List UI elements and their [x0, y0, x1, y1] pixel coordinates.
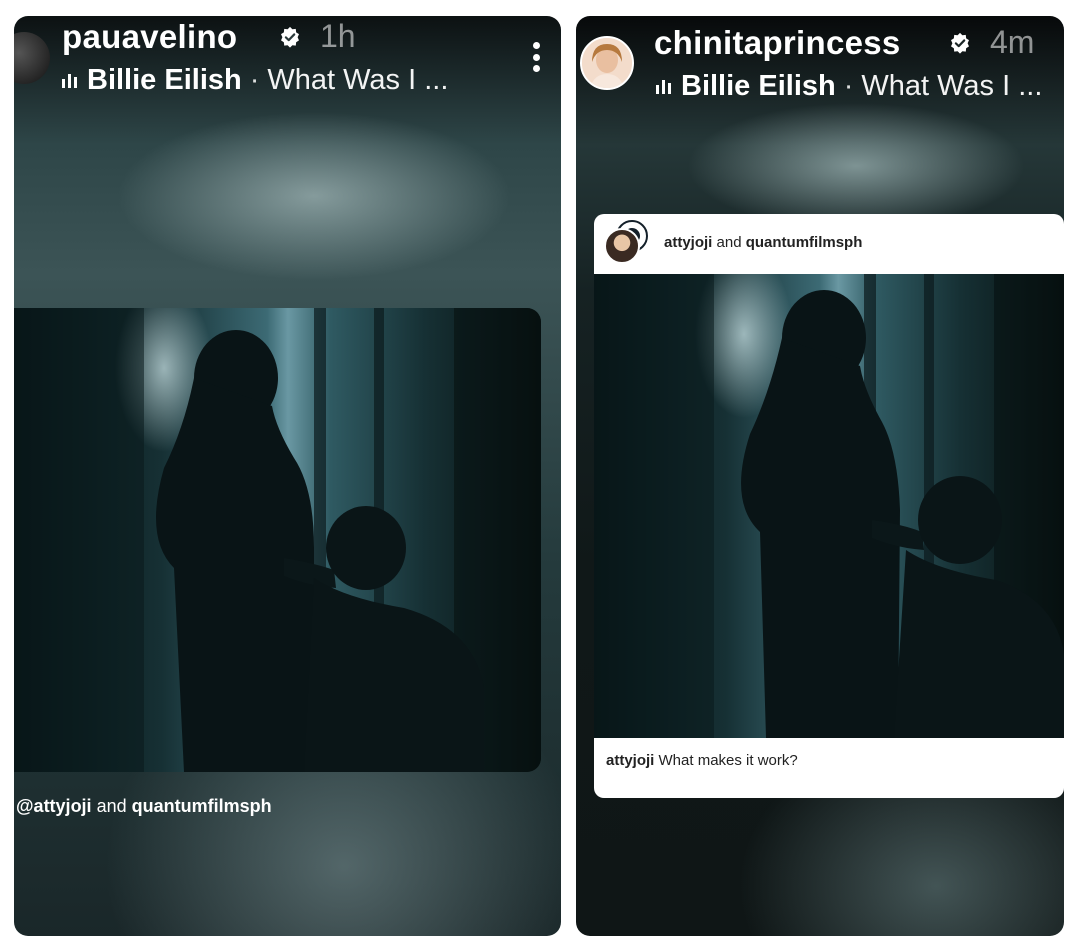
shared-post-header[interactable]: attyjoji and quantumfilmsph — [594, 214, 1064, 274]
music-sticker[interactable]: Billie Eilish · What Was I ... — [62, 64, 448, 97]
collab-user-2[interactable]: quantumfilmsph — [746, 234, 863, 251]
post-photo-silhouette — [594, 274, 1064, 738]
music-artist: Billie Eilish — [681, 70, 836, 102]
music-sticker[interactable]: Billie Eilish · What Was I ... — [656, 70, 1042, 103]
collab-names[interactable]: attyjoji and quantumfilmsph — [664, 234, 862, 251]
story-username[interactable]: chinitaprincess — [654, 24, 901, 62]
music-song-title: What Was I ... — [267, 64, 449, 96]
verified-badge-icon — [281, 26, 299, 48]
music-artist: Billie Eilish — [87, 64, 242, 96]
caption-username[interactable]: attyjoji — [606, 752, 654, 769]
story-timestamp: 4m — [990, 24, 1035, 60]
shared-post-footer[interactable]: attyjoji What makes it work? — [594, 738, 1064, 798]
music-song-title: What Was I ... — [861, 70, 1043, 102]
verified-badge-icon — [951, 32, 969, 54]
mention-user-2[interactable]: quantumfilmsph — [132, 796, 272, 816]
collab-joiner: and — [716, 234, 742, 251]
music-bars-icon — [656, 79, 671, 94]
music-bars-icon — [62, 73, 77, 88]
avatar[interactable] — [580, 36, 634, 90]
story-username[interactable]: pauavelino — [62, 18, 237, 56]
shared-post-image[interactable] — [594, 274, 1064, 738]
post-photo-silhouette — [14, 308, 541, 772]
mention-sticker[interactable]: @attyjoji and quantumfilmsph — [16, 796, 272, 817]
collab-avatar-1[interactable] — [604, 228, 640, 264]
story-right[interactable]: chinitaprincess 4m Billie Eilish · What … — [576, 16, 1064, 936]
story-timestamp: 1h — [320, 18, 356, 54]
mention-joiner: and — [96, 796, 127, 816]
shared-post-image[interactable] — [14, 308, 541, 772]
post-caption: attyjoji What makes it work? — [606, 752, 798, 769]
more-options-icon[interactable] — [533, 42, 541, 72]
avatar-portrait — [582, 38, 632, 88]
avatar[interactable] — [14, 32, 50, 84]
music-separator: · — [843, 70, 854, 102]
story-left[interactable]: pauavelino 1h Billie Eilish · What Was I… — [14, 16, 561, 936]
collab-user-1[interactable]: attyjoji — [664, 234, 712, 251]
music-separator: · — [249, 64, 260, 96]
caption-text: What makes it work? — [658, 752, 798, 769]
mention-user-1[interactable]: @attyjoji — [16, 796, 92, 816]
